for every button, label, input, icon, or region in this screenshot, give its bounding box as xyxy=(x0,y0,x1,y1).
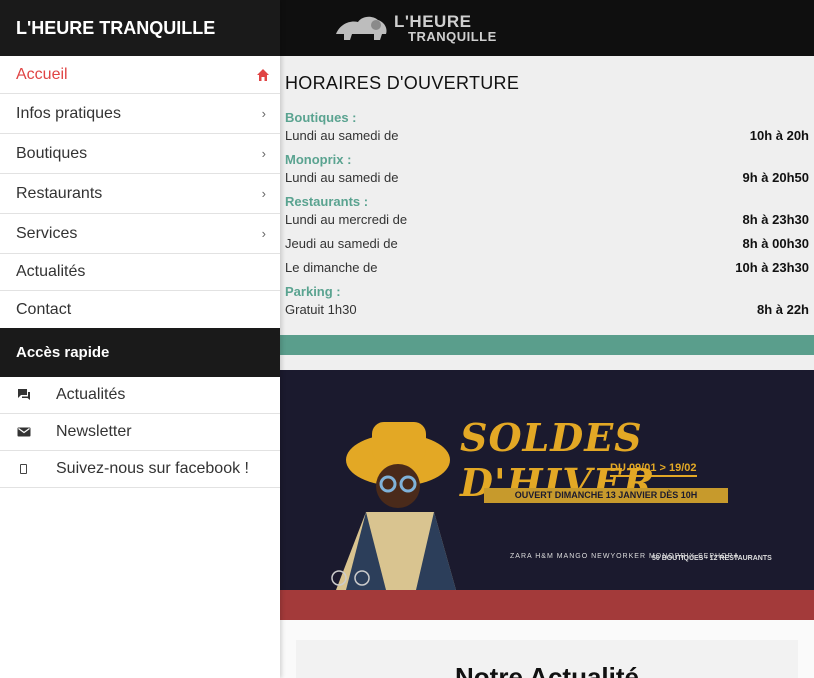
banner-illustration xyxy=(331,422,456,590)
red-divider xyxy=(280,590,814,620)
side-drawer: L'HEURE TRANQUILLE Accueil Infos pratiqu… xyxy=(0,0,280,678)
hours-row: Lundi au mercredi de 8h à 23h30 xyxy=(285,211,809,229)
chevron-right-icon: › xyxy=(261,146,266,161)
home-icon xyxy=(257,68,269,81)
hours-time: 8h à 00h30 xyxy=(742,236,810,251)
quick-item-facebook[interactable]: Suivez-nous sur facebook ! xyxy=(0,451,280,488)
hours-days: Lundi au samedi de xyxy=(285,128,399,143)
logo-line1: L'HEURE xyxy=(394,12,472,31)
chevron-right-icon: › xyxy=(261,106,266,121)
news-section: Notre Actualité xyxy=(280,620,814,678)
quick-access-title: Accès rapide xyxy=(0,328,280,377)
chevron-right-icon: › xyxy=(261,226,266,241)
quick-item-label: Suivez-nous sur facebook ! xyxy=(56,460,249,477)
nav-item-infos-pratiques[interactable]: Infos pratiques › xyxy=(0,94,280,134)
logo-line2: TRANQUILLE xyxy=(408,29,497,44)
nav-item-label: Services xyxy=(16,224,78,242)
quick-item-label: Actualités xyxy=(56,386,126,403)
hours-row: Le dimanche de 10h à 23h30 xyxy=(285,259,809,277)
hours-days: Gratuit 1h30 xyxy=(285,302,357,317)
promo-banner[interactable]: SOLDES D'HIVER DU 09/01 > 19/02 OUVERT D… xyxy=(280,370,814,590)
chevron-right-icon: › xyxy=(261,186,266,201)
hours-category-monoprix: Monoprix : xyxy=(285,152,352,167)
nav-item-label: Actualités xyxy=(16,263,86,280)
hours-category-parking: Parking : xyxy=(285,284,341,299)
hours-days: Le dimanche de xyxy=(285,260,378,275)
chat-icon xyxy=(18,389,30,400)
banner-counts: 50 BOUTIQUES • 12 RESTAURANTS xyxy=(652,555,772,562)
banner-dates: DU 09/01 > 19/02 xyxy=(610,462,697,477)
hours-row: Lundi au samedi de 9h à 20h50 xyxy=(285,169,809,187)
spacer xyxy=(280,355,814,370)
hours-time: 9h à 20h50 xyxy=(742,170,810,185)
quick-item-actualites[interactable]: Actualités xyxy=(0,377,280,414)
nav-item-services[interactable]: Services › xyxy=(0,214,280,254)
nav-item-label: Boutiques xyxy=(16,144,88,162)
hours-days: Lundi au samedi de xyxy=(285,170,399,185)
hours-days: Lundi au mercredi de xyxy=(285,212,408,227)
facebook-icon xyxy=(20,464,27,474)
hours-days: Jeudi au samedi de xyxy=(285,236,398,251)
nav-item-accueil[interactable]: Accueil xyxy=(0,56,280,94)
nav-item-label: Infos pratiques xyxy=(16,104,121,122)
nav-item-actualites[interactable]: Actualités xyxy=(0,254,280,291)
nav-item-contact[interactable]: Contact xyxy=(0,291,280,328)
hours-time: 8h à 22h xyxy=(756,302,809,317)
hours-category-restaurants: Restaurants : xyxy=(285,194,369,209)
drawer-title: L'HEURE TRANQUILLE xyxy=(0,0,280,56)
nav-item-label: Accueil xyxy=(16,65,68,83)
hours-row: Gratuit 1h30 8h à 22h xyxy=(285,301,809,319)
hours-title: HORAIRES D'OUVERTURE xyxy=(285,73,520,93)
nav-item-restaurants[interactable]: Restaurants › xyxy=(0,174,280,214)
banner-opening-note: OUVERT DIMANCHE 13 JANVIER DÈS 10H xyxy=(484,488,728,503)
teal-divider xyxy=(280,335,814,355)
lion-logo-icon xyxy=(336,16,387,40)
hours-time: 8h à 23h30 xyxy=(742,212,810,227)
news-card: Notre Actualité xyxy=(296,640,798,678)
hours-time: 10h à 23h30 xyxy=(735,260,809,275)
quick-item-newsletter[interactable]: Newsletter xyxy=(0,414,280,451)
hours-row: Jeudi au samedi de 8h à 00h30 xyxy=(285,235,809,253)
opening-hours-section: HORAIRES D'OUVERTURE Boutiques : Lundi a… xyxy=(280,56,814,335)
nav-item-label: Restaurants xyxy=(16,184,103,202)
nav-item-label: Contact xyxy=(16,300,72,318)
site-logo[interactable]: L'HEURE TRANQUILLE xyxy=(332,11,497,45)
news-title: Notre Actualité xyxy=(455,662,639,678)
hours-row: Lundi au samedi de 10h à 20h xyxy=(285,127,809,145)
hours-category-boutiques: Boutiques : xyxy=(285,110,357,125)
hours-time: 10h à 20h xyxy=(749,128,809,143)
mail-icon xyxy=(17,427,31,437)
quick-item-label: Newsletter xyxy=(56,423,132,440)
nav-item-boutiques[interactable]: Boutiques › xyxy=(0,134,280,174)
